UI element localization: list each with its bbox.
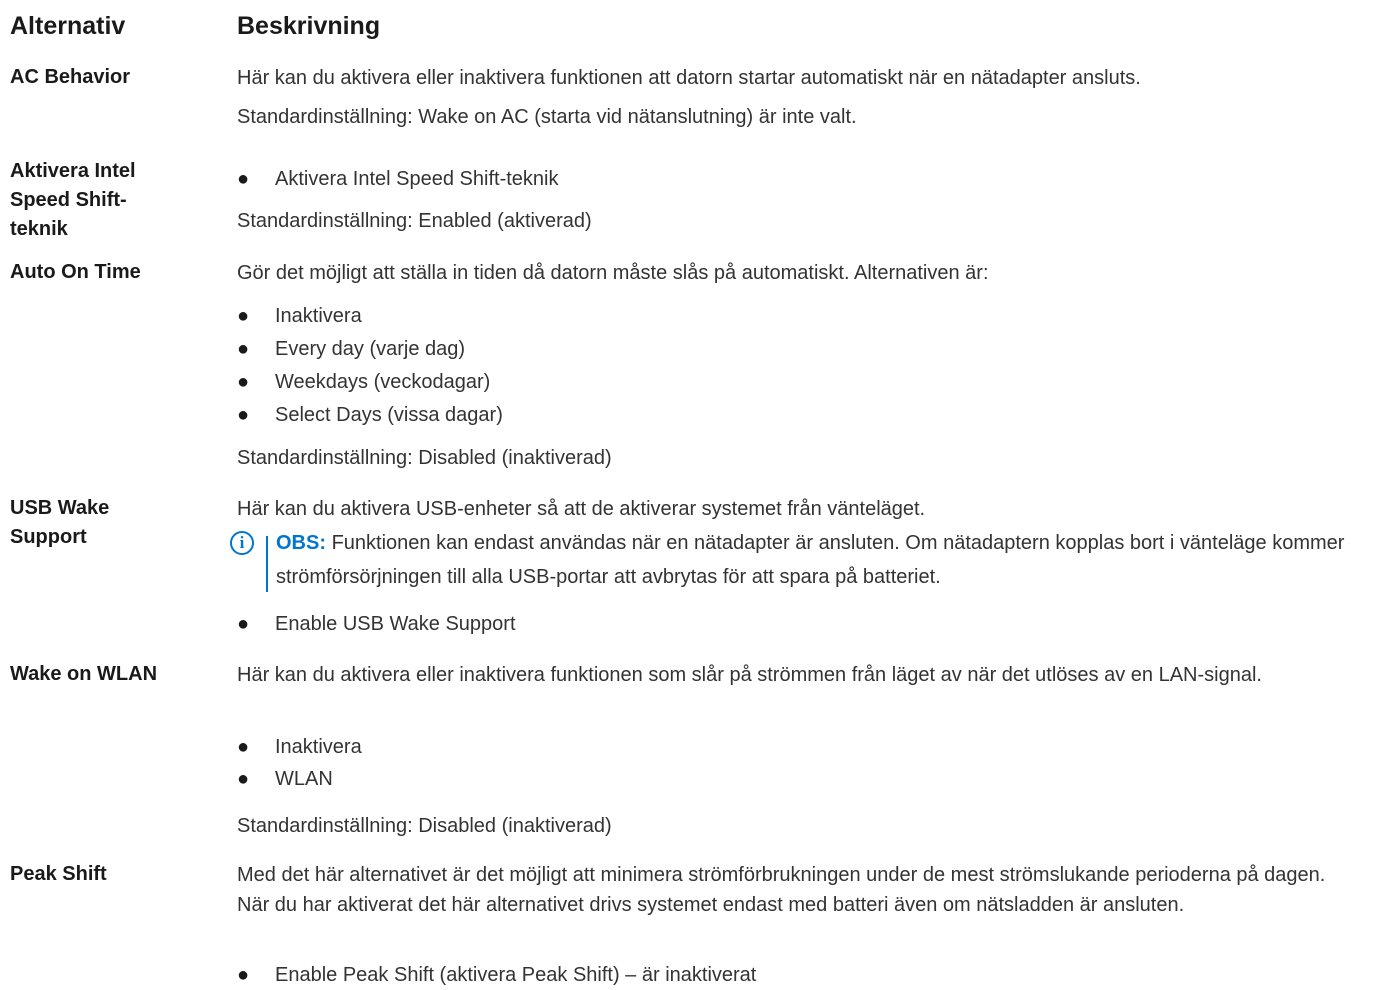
info-icon: i [230,531,254,555]
option-name: Peak Shift [10,863,107,885]
description-text: Här kan du aktivera eller inaktivera fun… [237,67,1141,89]
column-header-description: Beskrivning [237,12,381,40]
description-text: Med det här alternativet är det möjligt … [237,864,1326,916]
option-name: USB Wake Support [10,497,110,548]
option-name: Auto On Time [10,261,141,283]
option-name: Aktivera Intel Speed Shift-teknik [10,160,136,240]
note-body: Funktionen kan endast användas när en nä… [276,532,1345,588]
note-text: OBS: Funktionen kan endast användas när … [276,526,1366,594]
option-description: Här kan du aktivera eller inaktivera fun… [237,63,1352,132]
default-setting: Standardinställning: Disabled (inaktiver… [237,447,612,469]
bullet-dot-icon: ● [237,338,250,360]
bullet-dot-icon: ● [237,964,250,986]
default-setting: Standardinställning: Enabled (aktiverad) [237,210,592,232]
bullet-dot-icon: ● [237,768,250,790]
bullet-dot-icon: ● [237,168,250,190]
description-text: Här kan du aktivera USB-enheter så att d… [237,498,926,520]
settings-table: Alternativ Beskrivning AC Behavior Här k… [0,0,1376,987]
note-bar [266,536,268,592]
option-name: Wake on WLAN [10,663,158,685]
description-text: Här kan du aktivera eller inaktivera fun… [237,664,1262,686]
default-setting: Standardinställning: Disabled (inaktiver… [237,815,612,837]
note-box: i OBS: Funktionen kan endast användas nä… [230,530,1370,594]
bullet-dot-icon: ● [237,736,250,758]
table-header: Alternativ Beskrivning [10,12,1376,48]
bullet-dot-icon: ● [237,305,250,327]
description-text: Gör det möjligt att ställa in tiden då d… [237,262,989,284]
option-name: AC Behavior [10,66,131,88]
note-label: OBS: [276,532,326,554]
default-setting: Standardinställning: Wake on AC (starta … [237,106,857,128]
bullet-dot-icon: ● [237,371,250,393]
bullet-dot-icon: ● [237,404,250,426]
column-header-option: Alternativ [10,12,126,40]
bullet-dot-icon: ● [237,613,250,635]
